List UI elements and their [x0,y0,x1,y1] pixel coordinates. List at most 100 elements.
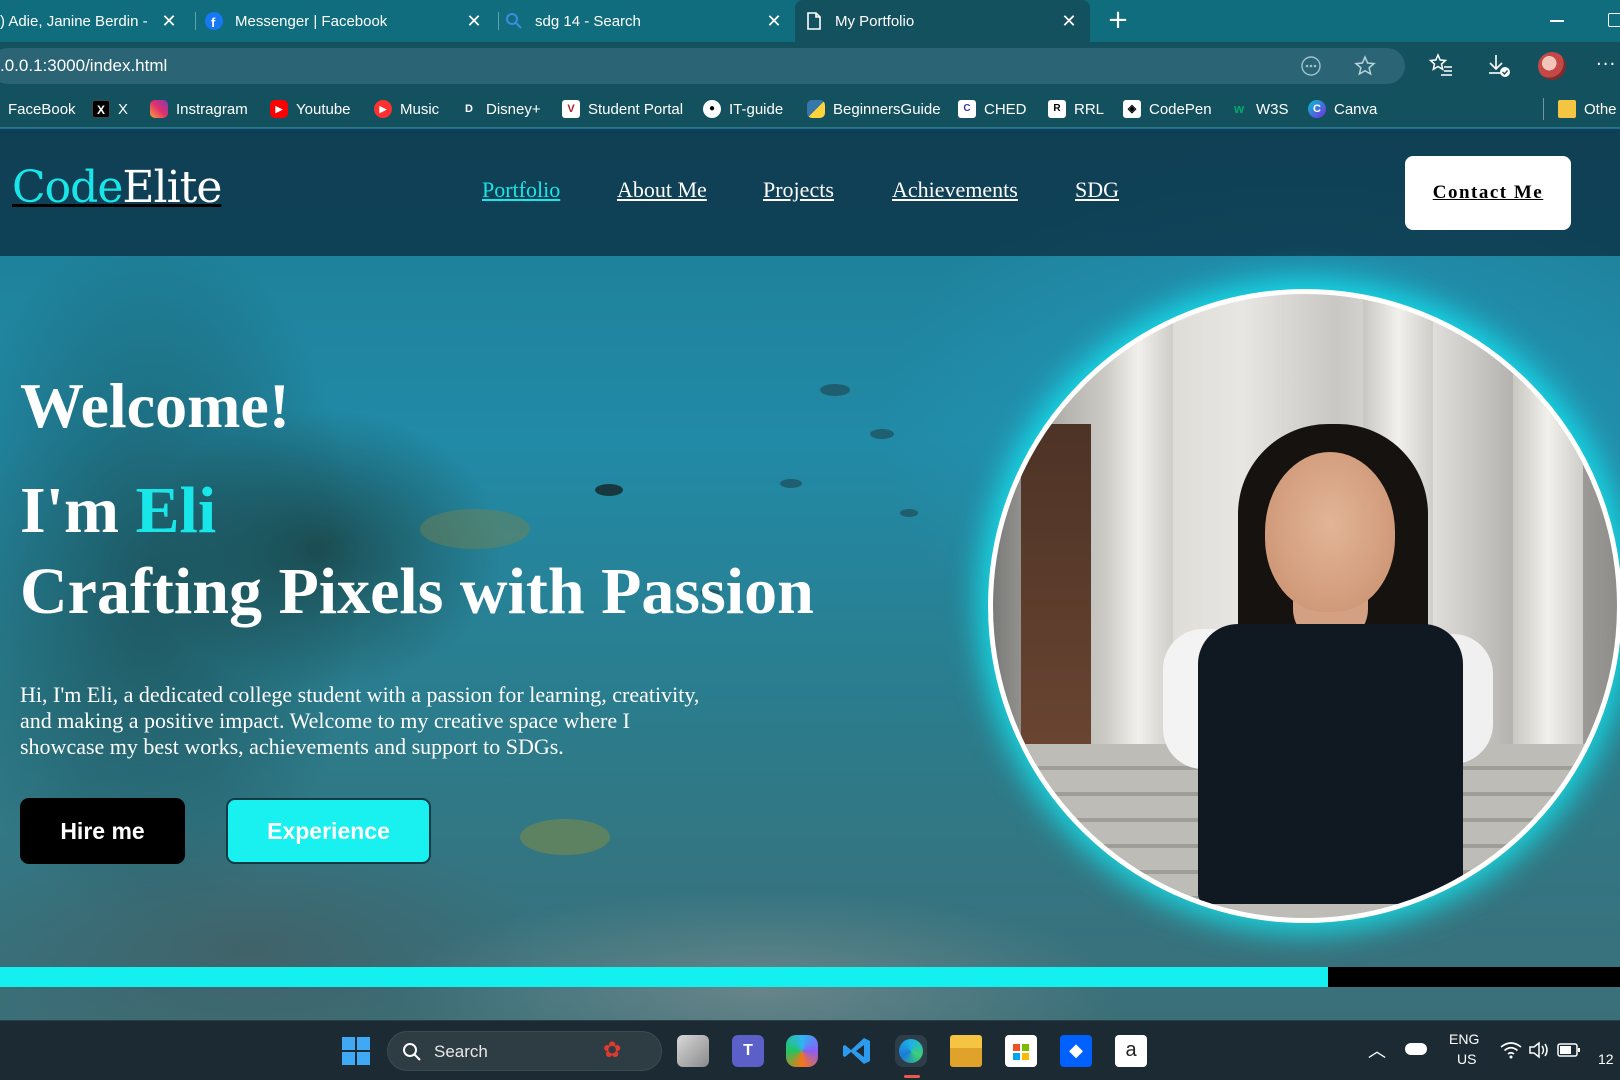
bookmark-divider [1543,98,1544,120]
logo-part-elite: Elite [122,162,222,213]
nav-portfolio[interactable]: Portfolio [482,177,560,203]
nav-achievements[interactable]: Achievements [892,177,1018,203]
nav-sdg[interactable]: SDG [1075,177,1119,203]
taskbar-search-label: Search [434,1042,488,1061]
windows-start-icon[interactable] [340,1035,372,1067]
tagline-heading: Crafting Pixels with Passion [20,555,814,628]
favorites-icon[interactable] [1428,52,1454,78]
profile-photo [988,289,1620,923]
address-text[interactable]: .0.0.1:3000/index.html [0,56,167,76]
profile-avatar[interactable] [1538,52,1566,80]
close-icon[interactable]: ✕ [158,10,180,32]
bookmark-label: Disney+ [486,100,541,118]
site-logo[interactable]: CodeElite [12,162,222,213]
battery-icon[interactable] [1557,1043,1581,1057]
canva-icon: C [1308,100,1326,118]
github-icon: ● [703,100,721,118]
minimize-icon[interactable] [1550,20,1564,22]
bookmark-beginnersguide[interactable]: BeginnersGuide [807,98,941,120]
scroll-progress-fill [0,967,1329,987]
bookmark-other-favorites[interactable]: Othe [1558,98,1617,120]
bookmark-label: W3S [1256,100,1289,118]
page-viewport: CodeElite Portfolio About Me Projects Ac… [0,129,1620,1020]
more-dots-icon[interactable] [1300,55,1322,77]
bookmark-ched[interactable]: C CHED [958,98,1027,120]
tab-title: sdg 14 - Search [535,12,641,30]
downloads-icon[interactable] [1485,52,1511,78]
bookmark-label: Student Portal [588,100,684,118]
fish-decoration [420,509,530,549]
bookmark-label: Canva [1334,100,1378,118]
copilot-icon[interactable] [786,1035,818,1067]
chevron-up-icon[interactable]: ︿ [1368,1037,1386,1063]
bookmark-facebook[interactable]: FaceBook [8,98,76,120]
close-icon[interactable]: ✕ [1058,10,1080,32]
bookmark-codepen[interactable]: ◈ CodePen [1123,98,1212,120]
dropbox-icon[interactable]: ◆ [1060,1035,1092,1067]
close-icon[interactable]: ✕ [763,10,785,32]
bookmark-student-portal[interactable]: V Student Portal [562,98,683,120]
bookmark-youtube[interactable]: ▶ Youtube [270,98,351,120]
photo-column [1103,294,1173,814]
w3s-icon: w [1233,101,1245,116]
highlight-name: Eli [135,474,217,547]
bookmark-music[interactable]: ▶ Music [374,98,439,120]
bookmark-disney[interactable]: D Disney+ [460,98,541,120]
store-icon[interactable] [1005,1035,1037,1067]
bookmark-rrl[interactable]: R RRL [1048,98,1104,120]
close-icon[interactable]: ✕ [463,10,485,32]
menu-dots-icon[interactable]: ··· [1596,54,1616,75]
bookmark-x[interactable]: XX [92,98,128,120]
wifi-icon[interactable] [1500,1041,1522,1059]
disney-icon: D [465,103,473,115]
address-bar[interactable]: .0.0.1:3000/index.html [0,48,1405,84]
tab-messenger[interactable]: f Messenger | Facebook ✕ [205,0,495,42]
maximize-icon[interactable] [1608,13,1620,27]
intro-paragraph: Hi, I'm Eli, a dedicated college student… [20,682,700,759]
tab-title: ) Adie, Janine Berdin - M [0,12,150,30]
bookmark-w3s[interactable]: w W3S [1230,98,1289,120]
fish-decoration [900,509,918,517]
lang-line1[interactable]: ENG [1449,1031,1479,1047]
task-view-icon[interactable] [677,1035,709,1067]
active-app-indicator [904,1075,920,1078]
lang-line2[interactable]: US [1457,1051,1476,1067]
file-explorer-icon[interactable] [950,1035,982,1067]
photo-column [1513,294,1583,814]
tab-my-portfolio[interactable]: My Portfolio ✕ [795,0,1090,42]
teams-icon[interactable]: T [732,1035,764,1067]
experience-button[interactable]: Experience [226,798,431,864]
name-heading: I'm Eli [20,473,216,549]
portal-icon: V [562,100,580,118]
bookmarks-bar: FaceBook XX Instragram ▶ Youtube ▶ Music D… [0,90,1620,128]
bookmark-label: FaceBook [8,100,76,118]
star-icon[interactable] [1354,55,1376,77]
music-icon: ▶ [374,100,392,118]
bookmark-label: BeginnersGuide [833,100,941,118]
amazon-icon[interactable]: a [1115,1035,1147,1067]
tab-title: Messenger | Facebook [235,12,388,30]
new-tab-plus-icon[interactable]: + [1103,6,1133,36]
hire-me-button[interactable]: Hire me [20,798,185,864]
vscode-icon[interactable] [841,1035,873,1067]
im-prefix: I'm [20,474,136,547]
tab-sdg-search[interactable]: sdg 14 - Search ✕ [505,0,795,42]
fish-decoration [870,429,894,439]
bookmark-it-guide[interactable]: ● IT-guide [703,98,783,120]
fish-decoration [520,819,610,855]
taskbar-search[interactable]: Search ✿ [387,1031,662,1071]
bookmark-label: Othe [1584,100,1617,118]
edge-icon[interactable] [895,1035,927,1067]
volume-icon[interactable] [1528,1041,1550,1059]
nav-about-me[interactable]: About Me [617,177,707,203]
contact-me-button[interactable]: Contact Me [1405,156,1571,230]
tab-adie[interactable]: ) Adie, Janine Berdin - M ✕ [0,0,190,42]
clock[interactable]: 12 [1598,1051,1614,1067]
bookmark-instagram[interactable]: Instragram [150,98,248,120]
windows-taskbar: Search ✿ T ◆ a ︿ ENG US 12 [0,1020,1620,1080]
nav-projects[interactable]: Projects [763,177,834,203]
rrl-icon: R [1048,100,1066,118]
x-icon: X [92,100,110,118]
onedrive-icon[interactable] [1405,1043,1427,1055]
bookmark-canva[interactable]: C Canva [1308,98,1377,120]
